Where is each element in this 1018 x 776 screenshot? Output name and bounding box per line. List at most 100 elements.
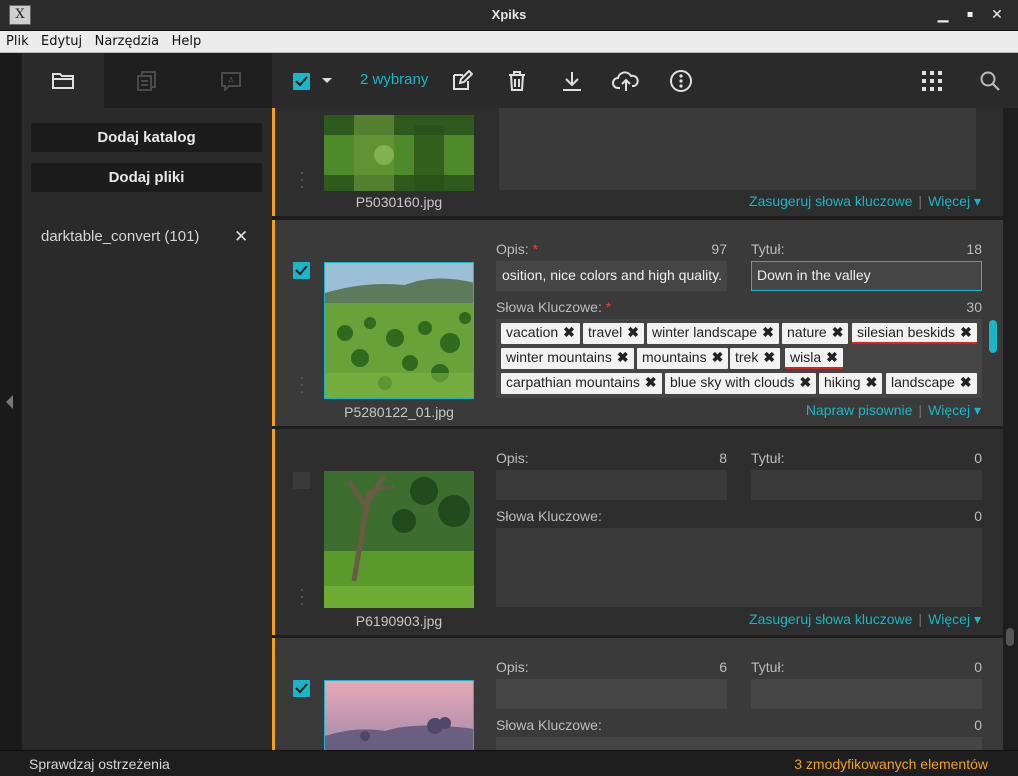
tab-spellcheck[interactable]: A <box>190 53 272 108</box>
add-files-button[interactable]: Dodaj pliki <box>31 163 262 192</box>
select-all-checkbox[interactable] <box>292 68 310 94</box>
remove-keyword-icon[interactable]: ✖ <box>617 349 629 365</box>
description-input[interactable]: osition, nice colors and high quality. <box>496 261 727 291</box>
remove-keyword-icon[interactable]: ✖ <box>627 324 639 340</box>
selected-count[interactable]: 2 wybrany <box>360 71 428 88</box>
edit-icon <box>453 70 473 90</box>
artwork-item[interactable]: · · · P5280122_01.jpg Opis: * 97 osition, … <box>272 220 1003 426</box>
grid-view-button[interactable] <box>920 68 944 94</box>
remove-keyword-icon[interactable]: ✖ <box>800 374 812 390</box>
check-warnings-link[interactable]: Sprawdzaj ostrzeżenia <box>29 756 170 772</box>
menu-edytuj[interactable]: Edytuj <box>41 31 82 49</box>
list-scrollbar[interactable] <box>1003 108 1018 750</box>
status-bar: Sprawdzaj ostrzeżenia 3 zmodyfikowanych … <box>0 750 1018 776</box>
keywords-label: Słowa Kluczowe: <box>496 508 602 524</box>
keyword-chip[interactable]: nature ✖ <box>782 323 849 344</box>
keywords-count: 0 <box>974 508 982 524</box>
description-input[interactable] <box>496 470 727 500</box>
artwork-thumbnail[interactable] <box>324 471 474 608</box>
artwork-thumbnail[interactable] <box>324 262 474 399</box>
more-button[interactable] <box>668 68 694 94</box>
description-count: 97 <box>711 241 727 257</box>
modified-items-link[interactable]: 3 zmodyfikowanych elementów <box>794 756 988 772</box>
keywords-field[interactable] <box>499 108 976 190</box>
description-input[interactable] <box>496 679 727 709</box>
remove-keyword-icon[interactable]: ✖ <box>763 349 775 365</box>
keyword-chip[interactable]: carpathian mountains ✖ <box>501 373 662 394</box>
artwork-item[interactable]: · · · P6190903.jpg Opis: 8 Tytuł: 0 Słowa … <box>272 429 1003 635</box>
keyword-chip[interactable]: blue sky with clouds ✖ <box>665 373 817 394</box>
keyword-chip[interactable]: winter landscape ✖ <box>647 323 779 344</box>
remove-keyword-icon[interactable]: ✖ <box>563 324 575 340</box>
remove-keyword-icon[interactable]: ✖ <box>762 324 774 340</box>
item-checkbox[interactable] <box>293 262 310 279</box>
list-scrollbar-thumb[interactable] <box>1006 628 1014 646</box>
more-link[interactable]: Więcej ▾ <box>928 193 981 209</box>
description-label: Opis: <box>496 659 529 675</box>
remove-keyword-icon[interactable]: ✖ <box>960 374 972 390</box>
keywords-box[interactable] <box>496 737 982 750</box>
directory-item[interactable]: darktable_convert (101) <box>41 228 199 245</box>
artwork-item[interactable]: Opis: 6 Tytuł: 0 Słowa Kluczowe: 0 <box>272 638 1003 750</box>
menu-help[interactable]: Help <box>172 31 202 49</box>
search-button[interactable] <box>978 68 1002 94</box>
upload-button[interactable] <box>611 68 641 94</box>
suggest-keywords-link[interactable]: Zasugeruj słowa kluczowe <box>749 611 912 627</box>
item-links: Napraw pisownie | Więcej ▾ <box>805 402 981 418</box>
select-dropdown-icon[interactable] <box>320 68 334 94</box>
maximize-button[interactable]: ▪ <box>961 6 979 24</box>
download-button[interactable] <box>560 68 584 94</box>
keywords-box[interactable]: vacation ✖ travel ✖ winter landscape ✖ natu… <box>496 319 982 398</box>
artwork-item[interactable]: · · · P5030160.jpg Zasugeruj słowa kluczow… <box>272 108 1003 216</box>
remove-keyword-icon[interactable]: ✖ <box>645 374 657 390</box>
title-input[interactable]: Down in the valley <box>751 261 982 291</box>
checkmark-icon <box>294 75 308 86</box>
keyword-chip[interactable]: landscape ✖ <box>886 373 977 394</box>
remove-keyword-icon[interactable]: ✖ <box>960 324 972 340</box>
collapse-sidebar-icon[interactable] <box>6 395 13 409</box>
keyword-chip[interactable]: mountains ✖ <box>637 348 729 369</box>
more-link[interactable]: Więcej ▾ <box>928 402 981 418</box>
remove-keyword-icon[interactable]: ✖ <box>826 349 838 365</box>
drag-handle-icon[interactable]: · · · <box>299 165 305 197</box>
remove-keyword-icon[interactable]: ✖ <box>712 349 724 365</box>
keyword-chip[interactable]: vacation ✖ <box>501 323 580 344</box>
more-link[interactable]: Więcej ▾ <box>928 611 981 627</box>
tab-folders[interactable] <box>22 53 104 108</box>
edit-button[interactable] <box>450 68 474 94</box>
keyword-chip[interactable]: hiking ✖ <box>819 373 883 394</box>
remove-keyword-icon[interactable]: ✖ <box>832 324 844 340</box>
remove-directory-icon[interactable]: ✕ <box>234 227 248 247</box>
keyword-chip[interactable]: travel ✖ <box>583 323 644 344</box>
title-input[interactable] <box>751 470 982 500</box>
toolbar: 2 wybrany <box>272 53 1018 108</box>
drag-handle-icon[interactable]: · · · <box>299 370 305 402</box>
artwork-thumbnail[interactable] <box>324 115 474 191</box>
tab-files[interactable] <box>106 53 188 108</box>
minimize-button[interactable]: ▁ <box>934 6 952 24</box>
artwork-thumbnail[interactable] <box>324 680 474 750</box>
fix-spelling-link[interactable]: Napraw pisownie <box>806 402 913 418</box>
close-button[interactable]: ✕ <box>988 6 1006 24</box>
add-directory-button[interactable]: Dodaj katalog <box>31 123 262 152</box>
menu-plik[interactable]: Plik <box>6 31 29 49</box>
drag-handle-icon[interactable]: · · · <box>299 582 305 614</box>
suggest-keywords-link[interactable]: Zasugeruj słowa kluczowe <box>749 193 912 209</box>
keyword-chip-misspelled[interactable]: wisla ✖ <box>785 348 843 369</box>
delete-button[interactable] <box>505 68 529 94</box>
item-checkbox[interactable] <box>293 472 310 489</box>
title-count: 0 <box>974 659 982 675</box>
svg-text:A: A <box>228 76 234 85</box>
keyword-chip-misspelled[interactable]: silesian beskids ✖ <box>852 323 977 344</box>
remove-keyword-icon[interactable]: ✖ <box>866 374 878 390</box>
keywords-count: 30 <box>966 299 982 315</box>
keywords-box[interactable] <box>496 528 982 607</box>
title-input[interactable] <box>751 679 982 709</box>
menu-narzedzia[interactable]: Narzędzia <box>95 31 160 49</box>
keyword-chip[interactable]: winter mountains ✖ <box>501 348 634 369</box>
keyword-chip[interactable]: trek ✖ <box>730 348 781 369</box>
artwork-filename: P5280122_01.jpg <box>344 404 454 420</box>
more-icon <box>670 70 692 92</box>
keywords-scrollbar[interactable] <box>989 320 997 353</box>
item-checkbox[interactable] <box>293 680 310 697</box>
